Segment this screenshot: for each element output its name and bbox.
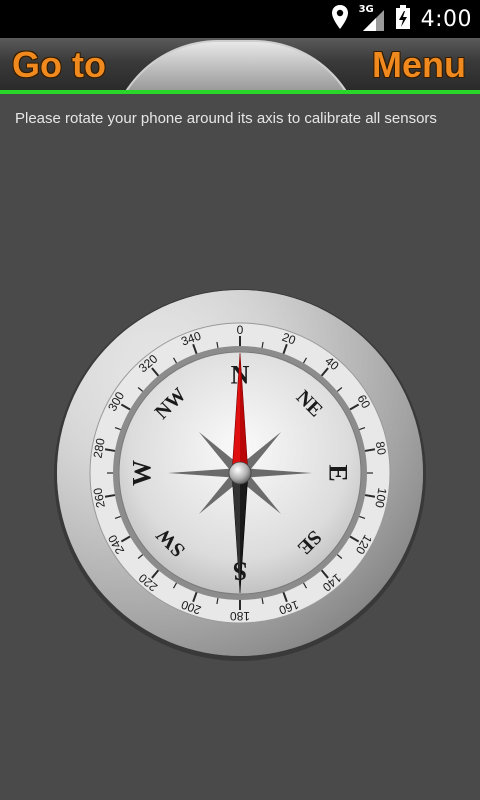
status-bar: 3G 4:00 [0, 0, 480, 38]
top-bar-dome [108, 40, 364, 90]
status-time: 4:00 [420, 6, 472, 32]
compass-dial[interactable]: 0 204060801001201401601802002202402602803… [52, 287, 428, 663]
status-icons: 3G 4:00 [331, 0, 472, 38]
location-pin-icon [331, 4, 349, 35]
cardinal-label: W [128, 460, 157, 486]
go-to-button[interactable]: Go to [12, 40, 106, 90]
degree-label: 80 [373, 440, 389, 456]
cardinal-label: E [324, 464, 353, 481]
degree-label: 0 [237, 323, 244, 337]
battery-icon [395, 4, 411, 35]
signal-icon: 3G [359, 4, 385, 32]
menu-button[interactable]: Menu [372, 40, 466, 90]
calibration-message: Please rotate your phone around its axis… [15, 110, 437, 127]
degree-label: 180 [230, 609, 250, 623]
needle-hub [228, 461, 252, 485]
top-bar-accent-line [0, 90, 480, 94]
